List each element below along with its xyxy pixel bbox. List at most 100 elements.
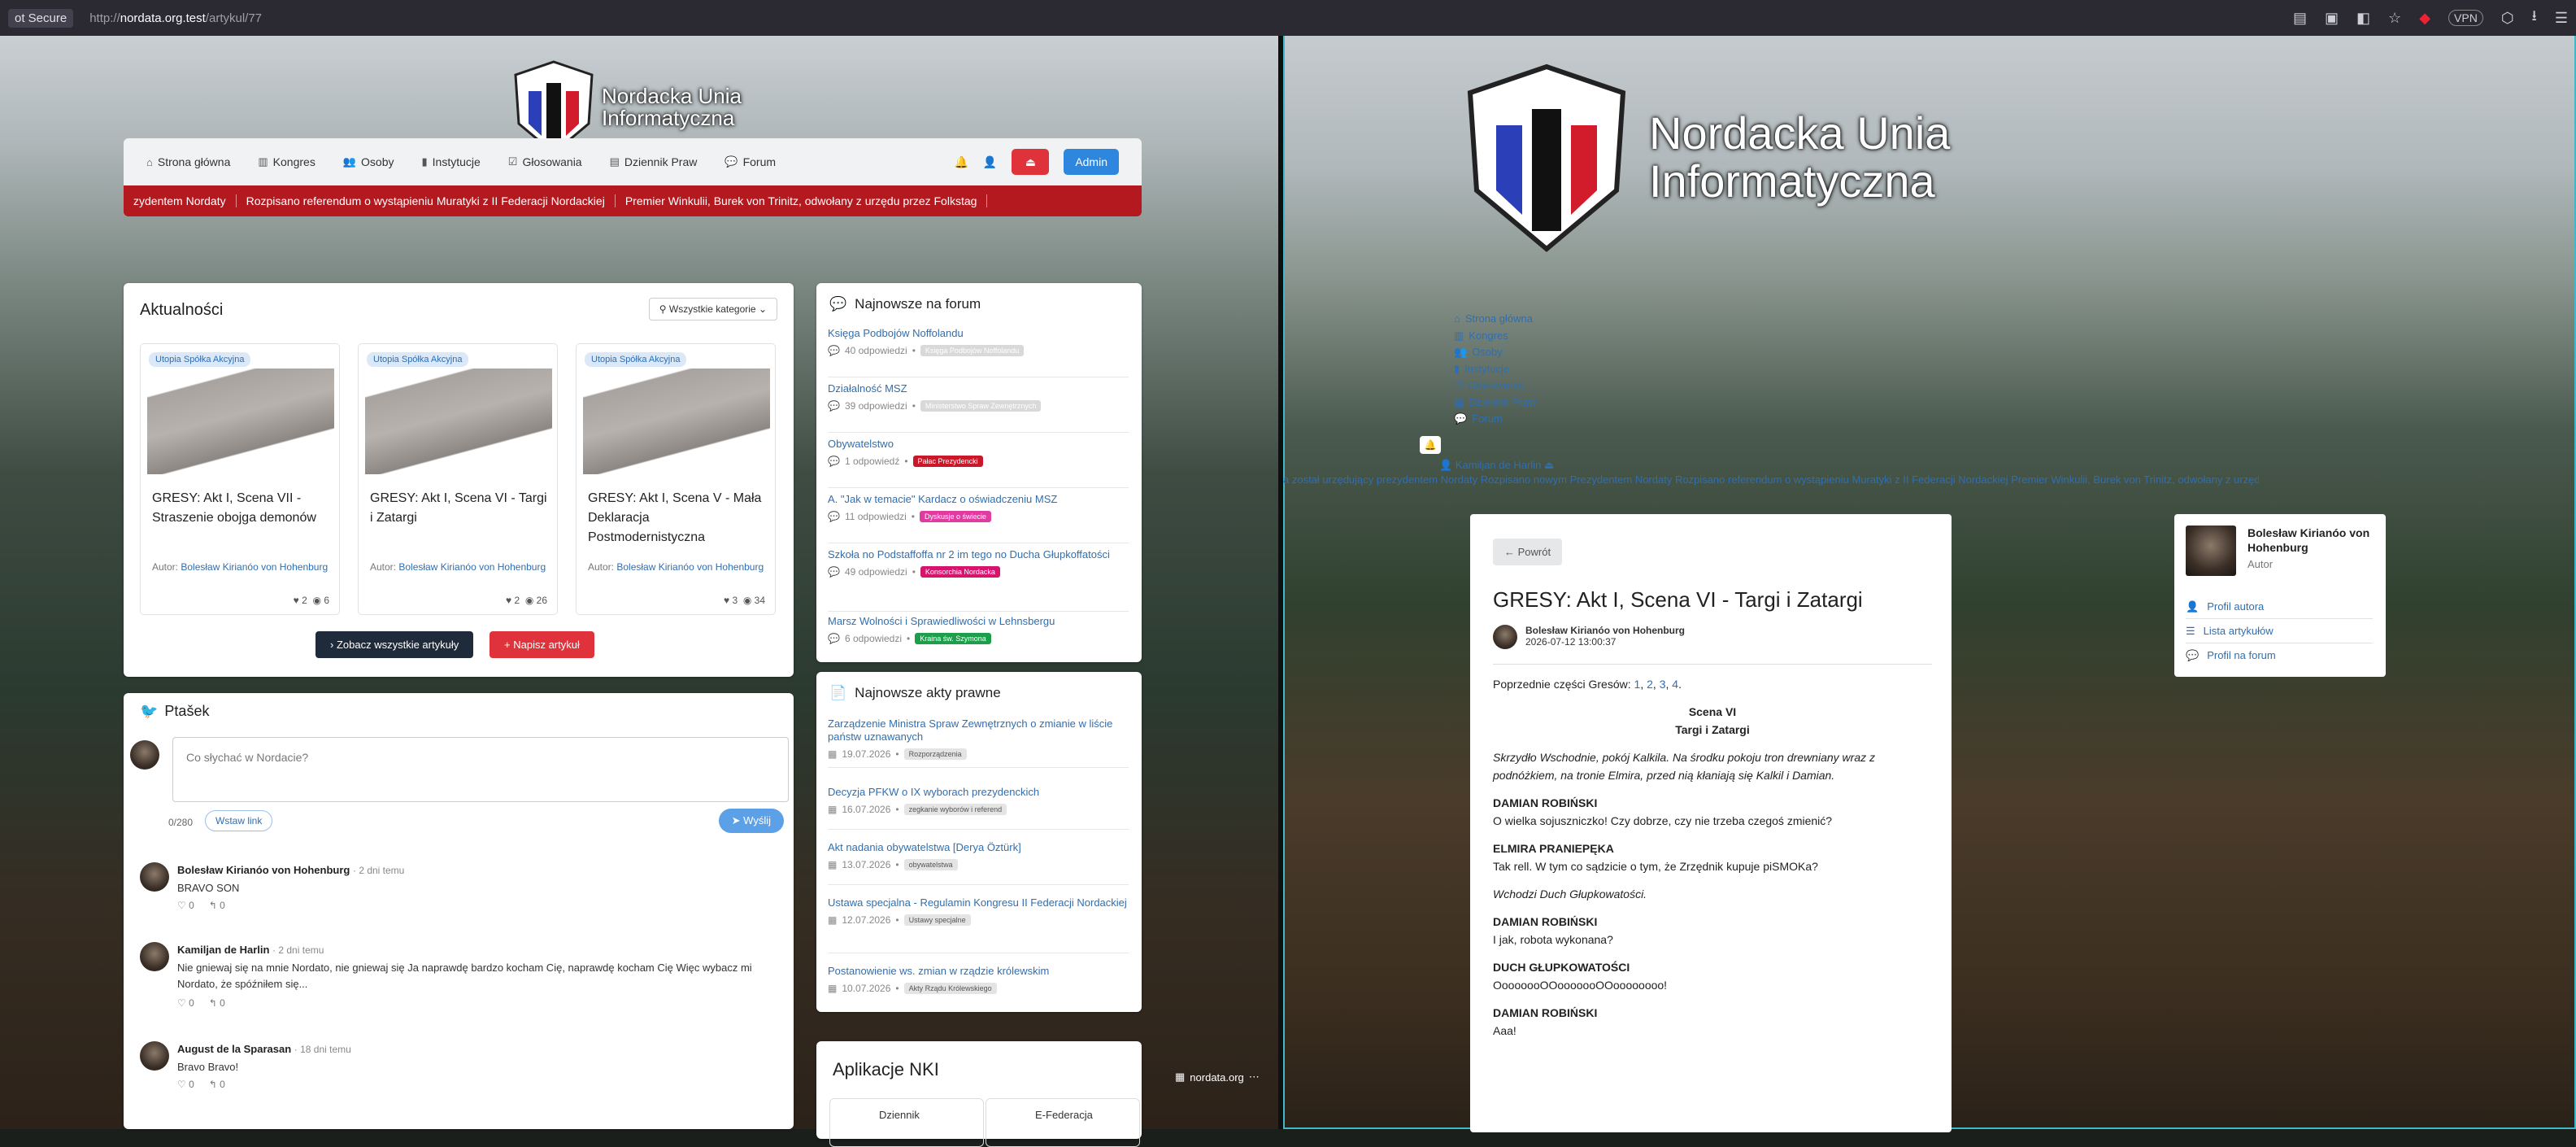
forum-thread[interactable]: A. "Jak w temacie" Kardacz o oświadczeni… [828, 493, 1129, 543]
article-title[interactable]: GRESY: Akt I, Scena VII - Straszenie obo… [152, 489, 331, 528]
institution-icon: ▮ [1454, 362, 1460, 375]
article-list-link[interactable]: ☰ Lista artykułów [2186, 625, 2373, 643]
like-button[interactable]: ♡ 0 [177, 1079, 194, 1090]
bell-icon[interactable]: 🔔 [1420, 436, 1441, 454]
reply-button[interactable]: ↰ 0 [209, 900, 225, 911]
author-card: Bolesław Kirianóo von Hohenburg Autor 👤 P… [2174, 514, 2386, 677]
forum-thread[interactable]: Szkoła no Podstaffoffa nr 2 im tego no D… [828, 548, 1129, 612]
nav-journal[interactable]: ▤ Dziennik Praw [610, 155, 698, 168]
forum-thread[interactable]: Działalność MSZ 💬 39 odpowiedzi • Ministe… [828, 382, 1129, 433]
like-button[interactable]: ♡ 0 [177, 900, 194, 911]
app-efederacja[interactable]: E-Federacja [986, 1098, 1140, 1147]
back-button[interactable]: ← Powrót [1493, 539, 1563, 565]
apps-card: Aplikacje NKI Dziennik E-Federacja [816, 1041, 1142, 1147]
like-button[interactable]: ♡ 0 [177, 997, 194, 1009]
sidebar-icon[interactable]: ◧ [2356, 10, 2370, 27]
article-card[interactable]: Utopia Spółka Akcyjna GRESY: Akt I, Scen… [576, 343, 776, 615]
forum-thread[interactable]: Marsz Wolności i Sprawiedliwości w Lehns… [828, 615, 1129, 656]
ticker-item[interactable]: zydentem Nordaty [124, 194, 237, 207]
download-icon[interactable]: ⭳ [2532, 6, 2537, 30]
law-item[interactable]: Zarządzenie Ministra Spraw Zewnętrznych … [828, 717, 1129, 768]
insert-link-button[interactable]: Wstaw link [205, 810, 273, 831]
author-profile-link[interactable]: 👤 Profil autora [2186, 600, 2373, 619]
filter-icon: ⚲ [659, 303, 669, 315]
category-filter[interactable]: ⚲ Wszystkie kategorie ⌄ [648, 298, 777, 321]
tweet-text: Bravo Bravo! [177, 1061, 239, 1073]
send-button[interactable]: ➤ Wyślij [718, 809, 784, 833]
forum-thread[interactable]: Księga Podbojów Noffolandu 💬 40 odpowiedz… [828, 327, 1129, 377]
author-avatar[interactable] [2186, 526, 2236, 576]
logout-button[interactable]: ⏏ [1012, 149, 1050, 175]
all-articles-button[interactable]: › Zobacz wszystkie artykuły [315, 631, 474, 658]
extensions-icon[interactable]: ⬡ [2501, 10, 2514, 27]
author-link[interactable]: Bolesław Kirianóo von Hohenburg [181, 561, 328, 573]
part-link[interactable]: 2 [1647, 678, 1653, 691]
article-title[interactable]: GRESY: Akt I, Scena VI - Targi i Zatargi [370, 489, 549, 528]
bell-icon[interactable]: 🔔 [954, 155, 968, 169]
tweet-author[interactable]: Bolesław Kirianóo von Hohenburg · 2 dni … [177, 864, 404, 876]
logout-icon: ⏏ [1543, 459, 1555, 471]
nav-people[interactable]: 👥 Osoby [343, 155, 394, 168]
post-input[interactable]: Co słychać w Nordacie? [172, 737, 789, 802]
ticker-item[interactable]: Rozpisano referendum o wystąpieniu Murat… [237, 194, 616, 207]
forum-thread[interactable]: Obywatelstwo 💬 1 odpowiedź • Pałac Prezyd… [828, 438, 1129, 488]
nav-institutions[interactable]: ▮ Instytucje [1454, 361, 1536, 378]
reader-icon[interactable]: ▤ [2293, 10, 2307, 27]
user-menu[interactable]: 👤 Kamiljan de Harlin ⏏ [1439, 459, 1554, 472]
admin-button[interactable]: Admin [1064, 149, 1119, 175]
author-link[interactable]: Bolesław Kirianóo von Hohenburg [398, 561, 546, 573]
part-link[interactable]: 3 [1660, 678, 1666, 691]
nav-congress[interactable]: ▥ Kongres [258, 155, 315, 168]
chat-icon: 💬 [724, 155, 738, 168]
nav-home[interactable]: ⌂ Strona główna [146, 155, 230, 168]
avatar[interactable] [140, 1041, 169, 1071]
vpn-button[interactable]: VPN [2448, 10, 2483, 26]
author-link[interactable]: Bolesław Kirianóo von Hohenburg [616, 561, 764, 573]
url-bar[interactable]: http://nordata.org.test/artykul/77 [89, 11, 262, 25]
nav-people[interactable]: 👥 Osoby [1454, 344, 1536, 361]
screenshot-icon[interactable]: ▣ [2325, 10, 2339, 27]
bookmark-star-icon[interactable]: ☆ [2388, 10, 2401, 27]
reply-button[interactable]: ↰ 0 [209, 1079, 225, 1090]
part-link[interactable]: 4 [1672, 678, 1678, 691]
part-link[interactable]: 1 [1634, 678, 1641, 691]
tweet-author[interactable]: August de la Sparasan · 18 dni temu [177, 1043, 351, 1055]
ticker-item[interactable]: Premier Winkulii, Burek von Trinitz, odw… [616, 194, 988, 207]
avatar[interactable] [140, 862, 169, 892]
article-card[interactable]: Utopia Spółka Akcyjna GRESY: Akt I, Scen… [140, 343, 340, 615]
laws-card: 📄 Najnowsze akty prawne Zarządzenie Minis… [816, 672, 1142, 1012]
nav-institutions[interactable]: ▮ Instytucje [421, 155, 480, 168]
nav-home[interactable]: ⌂ Strona główna [1454, 311, 1536, 328]
law-item[interactable]: Decyzja PFKW o IX wyborach prezydenckich… [828, 786, 1129, 830]
tweet-author[interactable]: Kamiljan de Harlin · 2 dni temu [177, 944, 324, 956]
article-author[interactable]: Bolesław Kirianóo von Hohenburg [1525, 625, 1685, 636]
avatar[interactable] [140, 942, 169, 971]
law-item[interactable]: Ustawa specjalna - Regulamin Kongresu II… [828, 896, 1129, 953]
site-favicon: ▦ [1175, 1071, 1186, 1083]
law-item[interactable]: Akt nadania obywatelstwa [Derya Öztürk] … [828, 841, 1129, 885]
logo-shield-icon [1467, 63, 1626, 252]
security-indicator[interactable]: ot Secure [8, 8, 74, 28]
app-dziennik[interactable]: Dziennik [829, 1098, 984, 1147]
nav-forum[interactable]: 💬 Forum [724, 155, 776, 168]
avatar[interactable] [1493, 625, 1517, 649]
nav-label: Strona główna [157, 155, 231, 168]
author-name[interactable]: Bolesław Kirianóo von Hohenburg [2247, 526, 2378, 555]
law-item[interactable]: Postanowienie ws. zmian w rządzie królew… [828, 965, 1129, 1005]
nav-votes[interactable]: ☑ Głosowania [508, 155, 582, 168]
news-ticker[interactable]: a został urzędujący prezydentem Nordaty … [1283, 473, 2259, 486]
reply-button[interactable]: ↰ 0 [209, 997, 225, 1009]
article-card[interactable]: Utopia Spółka Akcyjna GRESY: Akt I, Scen… [358, 343, 558, 615]
nav-journal[interactable]: ▤ Dziennik Praw [1454, 395, 1536, 412]
more-icon[interactable]: ⋯ [1249, 1071, 1260, 1084]
site-logo[interactable]: Nordacka Unia Informatyczna [1449, 60, 1950, 255]
forum-profile-link[interactable]: 💬 Profil na forum [2186, 649, 2373, 667]
nav-forum[interactable]: 💬 Forum [1454, 411, 1536, 428]
nav-congress[interactable]: ▥ Kongres [1454, 328, 1536, 345]
article-title[interactable]: GRESY: Akt I, Scena V - Mała Deklaracja … [588, 489, 767, 547]
menu-icon[interactable]: ☰ [2555, 10, 2568, 27]
shield-extension-icon[interactable]: ◆ [2419, 10, 2430, 27]
write-article-button[interactable]: + Napisz artykuł [490, 631, 594, 658]
nav-votes[interactable]: ☑ Głosowania [1454, 377, 1536, 395]
user-icon[interactable]: 👤 [983, 155, 997, 169]
